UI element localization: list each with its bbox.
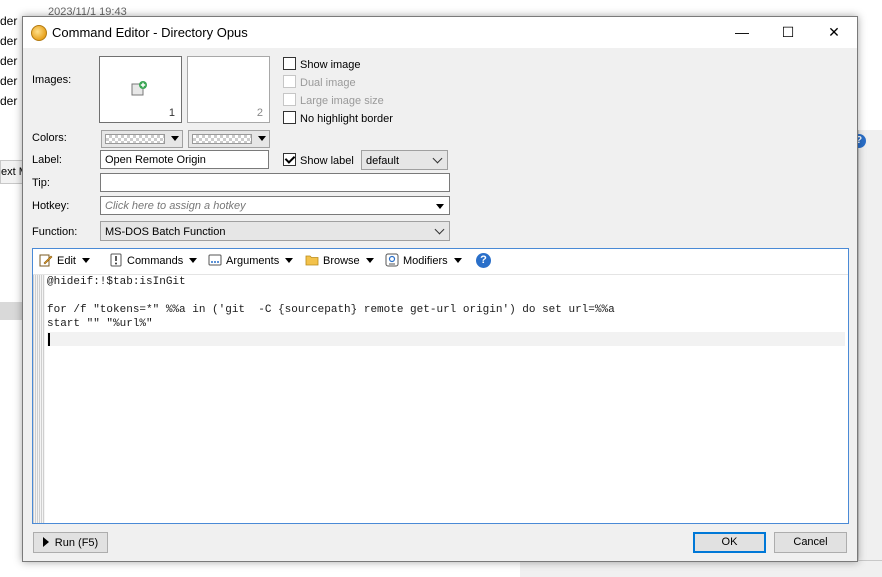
minimize-button[interactable]: — [719,17,765,48]
checkbox-box [283,75,296,88]
image-slot-1[interactable]: 1 [99,56,182,123]
chevron-down-icon [285,258,294,263]
checkbox-label: No highlight border [300,113,393,125]
dual-image-checkbox[interactable]: Dual image [283,75,356,89]
edit-menu-label: Edit [57,255,76,267]
directory-opus-app-icon [31,25,47,41]
commands-menu[interactable]: Commands [109,253,198,269]
background-color-dropdown[interactable] [188,130,270,148]
chevron-down-icon [365,258,374,263]
background-row: der [0,14,18,28]
checkbox-box [283,57,296,70]
hotkey-input[interactable]: Click here to assign a hotkey [100,196,450,215]
checkbox-label: Dual image [300,77,356,89]
arguments-menu-label: Arguments [226,255,280,267]
help-icon[interactable]: ? [476,253,491,268]
image-slot-number: 1 [168,107,175,119]
chevron-down-icon [453,258,462,263]
function-type-select[interactable]: MS-DOS Batch Function [100,221,450,241]
editor-gutter [33,275,45,523]
close-button[interactable]: ✕ [811,17,857,48]
background-row: der [0,74,18,88]
browse-menu-label: Browse [323,255,360,267]
arguments-icon [208,254,222,266]
cancel-button[interactable]: Cancel [774,532,847,553]
label-style-select[interactable]: default [361,150,448,170]
color-swatch [105,134,165,144]
chevron-down-icon [171,136,179,141]
ok-button[interactable]: OK [693,532,766,553]
text-cursor [48,333,50,346]
modifiers-menu[interactable]: Modifiers [385,253,462,269]
tip-input[interactable] [100,173,450,192]
title-bar[interactable]: Command Editor - Directory Opus — ☐ ✕ [23,17,857,48]
show-label-checkbox[interactable]: Show label [283,153,354,167]
background-status-area [520,560,882,577]
add-image-icon [131,81,147,96]
command-editor-dialog: Command Editor - Directory Opus — ☐ ✕ Im… [22,16,858,562]
arguments-menu[interactable]: Arguments [208,253,294,269]
background-row: der [0,54,18,68]
chevron-down-icon [81,258,90,263]
current-line-highlight [47,332,845,346]
background-tab: ext M [0,160,24,184]
play-icon [42,537,49,547]
edit-icon [39,254,53,267]
hotkey-placeholder: Click here to assign a hotkey [105,200,246,212]
browse-menu[interactable]: Browse [305,253,374,269]
label-style-value: default [366,155,400,167]
label-input[interactable]: Open Remote Origin [100,150,269,169]
commands-menu-label: Commands [127,255,184,267]
images-label: Images: [32,74,72,86]
run-button-label: Run (F5) [54,537,99,549]
checkbox-box [283,93,296,106]
image-slot-2[interactable]: 2 [187,56,270,123]
function-label: Function: [32,226,78,238]
chevron-down-icon [436,204,444,209]
tip-label: Tip: [32,177,50,189]
chevron-down-icon [432,153,443,164]
checkbox-label: Show label [300,155,354,167]
large-image-size-checkbox[interactable]: Large image size [283,93,384,107]
color-swatch [192,134,252,144]
maximize-button[interactable]: ☐ [765,17,811,48]
editor-toolbar: Edit Commands Arguments Browse Modifiers… [33,249,848,275]
command-editor: Edit Commands Arguments Browse Modifiers… [32,248,849,524]
show-image-checkbox[interactable]: Show image [283,57,361,71]
chevron-down-icon [258,136,266,141]
code-area[interactable]: @hideif:!$tab:isInGit for /f "tokens=*" … [47,275,845,331]
background-row: der [0,34,18,48]
checkbox-box [283,153,296,166]
modifiers-menu-label: Modifiers [403,255,448,267]
checkbox-box [283,111,296,124]
code-line: @hideif:!$tab:isInGit [47,276,186,288]
label-label: Label: [32,154,62,166]
background-row: der [0,94,18,108]
checkbox-label: Show image [300,59,361,71]
image-slot-number: 2 [256,107,263,119]
code-line: start "" "%url%" [47,318,153,330]
chevron-down-icon [189,258,198,263]
background-side-panel [858,130,882,576]
checkbox-label: Large image size [300,95,384,107]
no-highlight-border-checkbox[interactable]: No highlight border [283,111,393,125]
hotkey-label: Hotkey: [32,200,70,212]
background-selected-row [0,302,22,320]
code-line: for /f "tokens=*" %%a in ('git -C {sourc… [47,304,615,316]
commands-icon [110,253,122,267]
function-type-value: MS-DOS Batch Function [105,226,226,238]
window-title: Command Editor - Directory Opus [52,25,248,40]
folder-icon [305,255,319,266]
colors-label: Colors: [32,132,67,144]
modifiers-icon [385,253,399,267]
run-button[interactable]: Run (F5) [33,532,108,553]
text-color-dropdown[interactable] [101,130,183,148]
chevron-down-icon [434,224,445,235]
edit-menu[interactable]: Edit [39,253,90,269]
